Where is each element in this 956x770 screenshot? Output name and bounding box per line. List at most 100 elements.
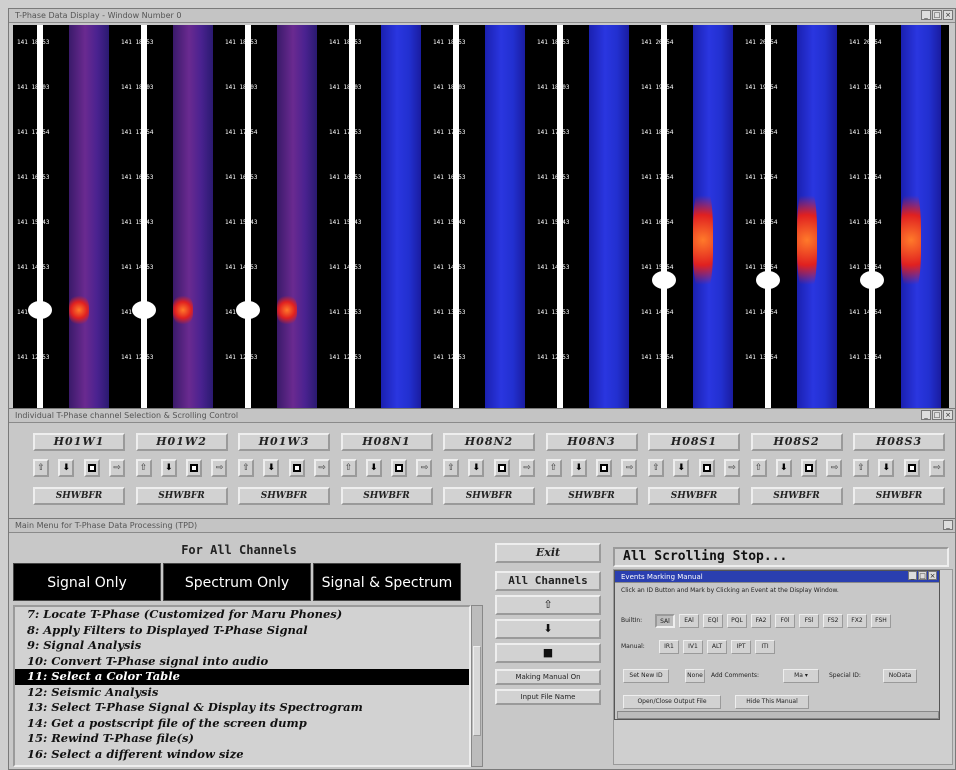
- manual-id-button[interactable]: IPT: [731, 640, 751, 654]
- stop-button[interactable]: [801, 459, 818, 477]
- scroll-right-button[interactable]: ⇨: [416, 459, 433, 477]
- stop-scroll-button[interactable]: ■: [495, 643, 601, 663]
- scroll-right-button[interactable]: ⇨: [313, 459, 330, 477]
- built-in-id-button[interactable]: FSl: [799, 614, 819, 628]
- set-new-id-button[interactable]: Set New ID: [623, 669, 669, 683]
- signal-only-button[interactable]: Signal Only: [13, 563, 161, 601]
- display-channel[interactable]: 141 18:53 141 18:03 141 17:53 141 16:53 141 …: [325, 25, 429, 409]
- scroll-up-button[interactable]: ⇧: [750, 459, 767, 477]
- channel-control-titlebar[interactable]: Individual T-Phase channel Selection & S…: [9, 409, 955, 423]
- maximize-icon[interactable]: □: [932, 410, 942, 420]
- none-button[interactable]: None: [685, 669, 705, 683]
- minimize-icon[interactable]: _: [908, 571, 917, 580]
- close-icon[interactable]: ×: [928, 571, 937, 580]
- menu-item[interactable]: 13: Select T-Phase Signal & Display its …: [15, 700, 469, 716]
- menu-item[interactable]: 16: Select a different window size: [15, 747, 469, 763]
- all-channels-button[interactable]: All Channels: [495, 571, 601, 591]
- exit-button[interactable]: Exit: [495, 543, 601, 563]
- scroll-up-button[interactable]: ⇧: [648, 459, 664, 477]
- stop-button[interactable]: [83, 459, 100, 477]
- scroll-down-button[interactable]: ⬇: [570, 459, 587, 477]
- channel-name-button[interactable]: H08N3: [545, 433, 638, 451]
- scroll-right-button[interactable]: ⇨: [928, 459, 945, 477]
- manual-id-button[interactable]: ALT: [707, 640, 727, 654]
- minimize-icon[interactable]: _: [921, 10, 931, 20]
- built-in-id-button[interactable]: PQL: [727, 614, 747, 628]
- channel-name-button[interactable]: H08S1: [648, 433, 740, 451]
- show-buffer-button[interactable]: SHWBFR: [443, 487, 535, 505]
- channel-name-button[interactable]: H08S3: [853, 433, 945, 451]
- menu-item[interactable]: 12: Seismic Analysis: [15, 685, 469, 701]
- manual-id-button[interactable]: IR1: [659, 640, 679, 654]
- menu-item[interactable]: 11: Select a Color Table: [15, 669, 469, 685]
- menu-item[interactable]: 8: Apply Filters to Displayed T-Phase Si…: [15, 623, 469, 639]
- maximize-icon[interactable]: □: [918, 571, 927, 580]
- scroll-up-button[interactable]: ⇧: [495, 595, 601, 615]
- built-in-id-button[interactable]: EAl: [679, 614, 699, 628]
- scroll-right-button[interactable]: ⇨: [826, 459, 843, 477]
- show-buffer-button[interactable]: SHWBFR: [33, 487, 125, 505]
- making-manual-button[interactable]: Making Manual On: [495, 669, 601, 685]
- manual-id-button[interactable]: IV1: [683, 640, 703, 654]
- channel-name-button[interactable]: H08N2: [443, 433, 535, 451]
- input-file-name-button[interactable]: Input File Name: [495, 689, 601, 705]
- menu-scrollbar-thumb[interactable]: [473, 646, 481, 736]
- stop-button[interactable]: [186, 459, 203, 477]
- built-in-id-button[interactable]: FSH: [871, 614, 891, 628]
- display-channel[interactable]: 141 18:53 141 18:03 141 17:54 141 16:53 141 …: [13, 25, 117, 409]
- scroll-right-button[interactable]: ⇨: [108, 459, 125, 477]
- scroll-up-button[interactable]: ⇧: [443, 459, 459, 477]
- display-channel[interactable]: 141 20:54 141 19:54 141 18:54 141 17:54 141 …: [637, 25, 741, 409]
- display-channel[interactable]: 141 18:53 141 18:03 141 17:54 141 16:53 141 …: [221, 25, 325, 409]
- channel-name-button[interactable]: H01W1: [33, 433, 125, 451]
- stop-button[interactable]: [698, 459, 715, 477]
- scroll-down-button[interactable]: ⬇: [468, 459, 485, 477]
- scroll-right-button[interactable]: ⇨: [621, 459, 638, 477]
- scroll-down-button[interactable]: ⬇: [365, 459, 382, 477]
- show-buffer-button[interactable]: SHWBFR: [135, 487, 228, 505]
- display-canvas[interactable]: 141 18:53 141 18:03 141 17:54 141 16:53 141 …: [13, 25, 949, 409]
- scroll-up-button[interactable]: ⇧: [238, 459, 254, 477]
- built-in-id-button[interactable]: EQl: [703, 614, 723, 628]
- scroll-up-button[interactable]: ⇧: [340, 459, 357, 477]
- stop-button[interactable]: [391, 459, 408, 477]
- scroll-down-button[interactable]: ⬇: [263, 459, 280, 477]
- scroll-down-button[interactable]: ⬇: [878, 459, 895, 477]
- display-channel[interactable]: 141 18:53 141 18:03 141 17:53 141 16:53 141 …: [533, 25, 637, 409]
- built-in-id-button[interactable]: FS2: [823, 614, 843, 628]
- spectrum-only-button[interactable]: Spectrum Only: [163, 563, 311, 601]
- scroll-up-button[interactable]: ⇧: [135, 459, 152, 477]
- scroll-down-button[interactable]: ⬇: [495, 619, 601, 639]
- scroll-down-button[interactable]: ⬇: [775, 459, 792, 477]
- add-comments-select[interactable]: Ma ▾: [783, 669, 819, 683]
- stop-button[interactable]: [596, 459, 613, 477]
- menu-item[interactable]: 9: Signal Analysis: [15, 638, 469, 654]
- display-channel[interactable]: 141 20:54 141 19:54 141 18:54 141 17:54 141 …: [845, 25, 949, 409]
- channel-name-button[interactable]: H08N1: [340, 433, 433, 451]
- events-horizontal-scrollbar[interactable]: [617, 711, 939, 719]
- show-buffer-button[interactable]: SHWBFR: [648, 487, 740, 505]
- main-menu-list[interactable]: 7: Locate T-Phase (Customized for Maru P…: [13, 605, 471, 767]
- built-in-id-button[interactable]: FA2: [751, 614, 771, 628]
- scroll-down-button[interactable]: ⬇: [58, 459, 75, 477]
- menu-item[interactable]: 14: Get a postscript file of the screen …: [15, 716, 469, 732]
- hide-manual-button[interactable]: Hide This Manual: [735, 695, 809, 709]
- close-icon[interactable]: ×: [943, 410, 953, 420]
- show-buffer-button[interactable]: SHWBFR: [545, 487, 638, 505]
- menu-item[interactable]: 7: Locate T-Phase (Customized for Maru P…: [15, 607, 469, 623]
- show-buffer-button[interactable]: SHWBFR: [853, 487, 945, 505]
- open-close-output-button[interactable]: Open/Close Output File: [623, 695, 721, 709]
- channel-name-button[interactable]: H08S2: [750, 433, 843, 451]
- scroll-right-button[interactable]: ⇨: [211, 459, 228, 477]
- menu-item[interactable]: 10: Convert T-Phase signal into audio: [15, 654, 469, 670]
- scroll-down-button[interactable]: ⬇: [160, 459, 177, 477]
- stop-button[interactable]: [903, 459, 920, 477]
- built-in-id-button[interactable]: FX2: [847, 614, 867, 628]
- manual-id-button[interactable]: ITI: [755, 640, 775, 654]
- stop-button[interactable]: [493, 459, 510, 477]
- built-in-id-button[interactable]: F0l: [775, 614, 795, 628]
- scroll-up-button[interactable]: ⇧: [545, 459, 562, 477]
- show-buffer-button[interactable]: SHWBFR: [750, 487, 843, 505]
- channel-name-button[interactable]: H01W3: [238, 433, 330, 451]
- main-menu-titlebar[interactable]: Main Menu for T-Phase Data Processing (T…: [9, 519, 955, 533]
